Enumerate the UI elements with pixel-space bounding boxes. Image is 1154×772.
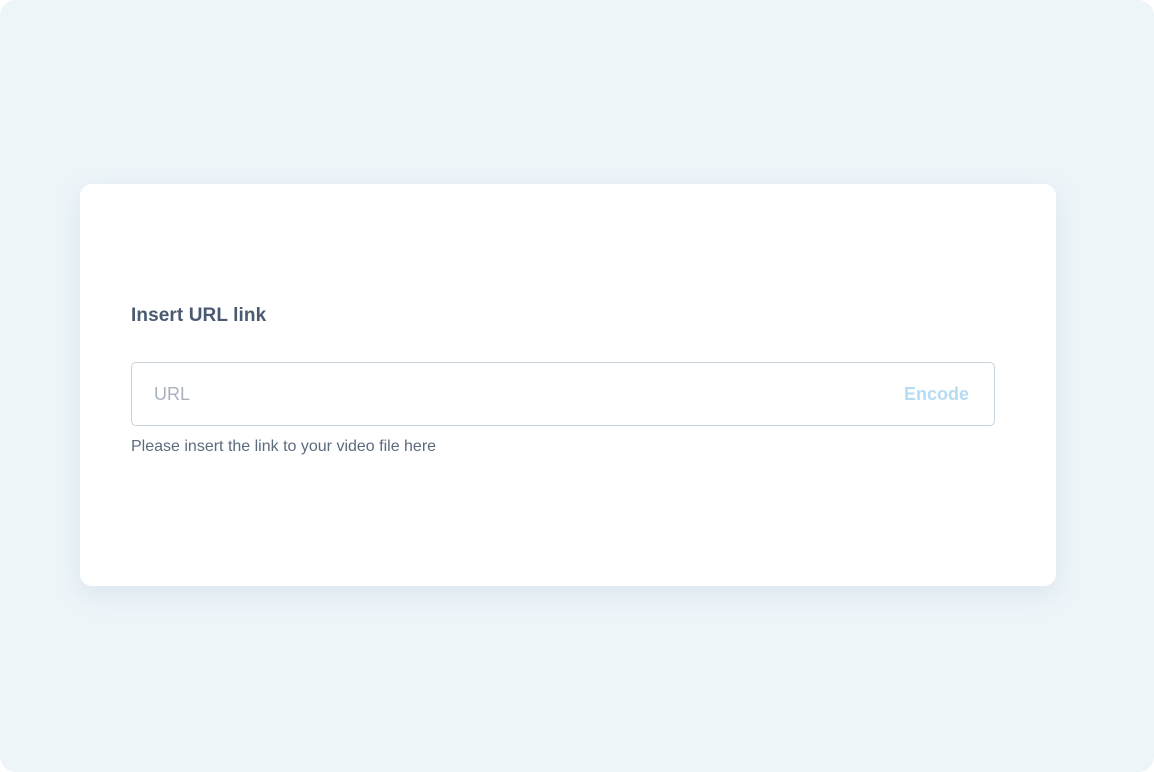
- page-background: Insert URL link Encode Please insert the…: [0, 0, 1154, 772]
- url-form-card: Insert URL link Encode Please insert the…: [80, 184, 1056, 586]
- url-field-label: Insert URL link: [131, 305, 267, 326]
- url-input-group: Encode: [131, 362, 995, 426]
- url-helper-text: Please insert the link to your video fil…: [131, 438, 437, 455]
- url-input[interactable]: [132, 363, 872, 425]
- encode-button[interactable]: Encode: [904, 363, 969, 425]
